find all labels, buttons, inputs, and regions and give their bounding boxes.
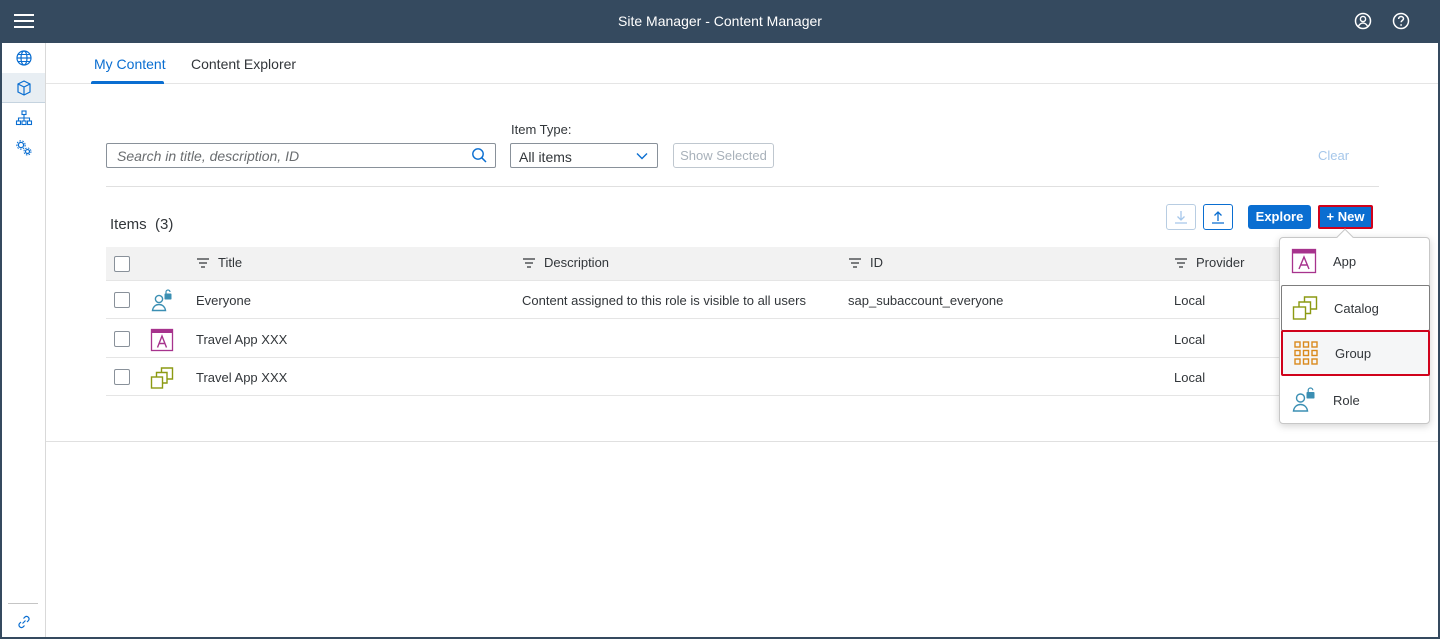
row-description: Content assigned to this role is visible… xyxy=(522,293,806,308)
download-icon xyxy=(1175,211,1187,224)
filter-icon xyxy=(197,257,209,268)
menu-item-label: Role xyxy=(1333,392,1360,408)
download-button[interactable] xyxy=(1166,204,1196,230)
menu-item-label: Group xyxy=(1335,345,1372,361)
row-provider: Local xyxy=(1174,370,1206,385)
column-header-provider[interactable]: Provider xyxy=(1174,255,1244,270)
catalog-icon xyxy=(1292,296,1318,320)
column-id-label: ID xyxy=(870,255,883,270)
search-icon[interactable] xyxy=(471,147,488,164)
show-selected-button[interactable]: Show Selected xyxy=(673,143,774,168)
items-title-label: Items xyxy=(110,216,147,233)
menu-item-label: App xyxy=(1333,253,1357,269)
row-title: Travel App XXX xyxy=(196,332,288,347)
role-icon xyxy=(1292,387,1315,412)
column-provider-label: Provider xyxy=(1196,255,1245,270)
menu-item-group[interactable]: Group xyxy=(1281,330,1430,376)
filter-icon xyxy=(849,257,861,268)
help-icon[interactable] xyxy=(1391,11,1411,31)
explore-button[interactable]: Explore xyxy=(1248,205,1311,229)
table-header: Title Description ID Provider xyxy=(106,247,1379,281)
group-icon xyxy=(1294,341,1318,365)
menu-item-label: Catalog xyxy=(1334,300,1379,316)
filter-icon xyxy=(1175,257,1187,268)
shell-title: Site Manager - Content Manager xyxy=(618,13,822,29)
chevron-down-icon xyxy=(636,153,648,160)
upload-icon xyxy=(1212,211,1224,224)
column-header-id[interactable]: ID xyxy=(848,255,883,270)
tab-bar: My Content Content Explorer xyxy=(46,43,1438,84)
row-checkbox[interactable] xyxy=(114,369,130,385)
side-navigation xyxy=(2,43,46,637)
item-type-select[interactable]: All items xyxy=(510,143,658,168)
filter-divider xyxy=(106,186,1379,187)
select-all-checkbox[interactable] xyxy=(114,256,130,272)
role-icon xyxy=(151,289,172,312)
tab-content-explorer[interactable]: Content Explorer xyxy=(191,56,296,72)
nav-sites-globe-icon[interactable] xyxy=(2,43,45,73)
items-count: (3) xyxy=(155,216,174,233)
row-title: Everyone xyxy=(196,293,251,308)
menu-item-catalog[interactable]: Catalog xyxy=(1281,285,1430,331)
active-tab-indicator xyxy=(91,81,164,84)
user-profile-icon[interactable] xyxy=(1353,11,1373,31)
column-description-label: Description xyxy=(544,255,610,270)
filter-icon xyxy=(523,257,535,268)
table-row[interactable]: Everyone Content assigned to this role i… xyxy=(106,281,1379,319)
nav-hierarchy-icon[interactable] xyxy=(2,103,45,133)
search-field[interactable] xyxy=(106,143,496,168)
item-type-value: All items xyxy=(519,149,572,165)
app-icon xyxy=(1291,248,1317,274)
nav-settings-gears-icon[interactable] xyxy=(2,133,45,163)
nav-link-icon[interactable] xyxy=(2,607,45,637)
row-provider: Local xyxy=(1174,293,1206,308)
nav-separator xyxy=(8,603,38,604)
row-checkbox[interactable] xyxy=(114,292,130,308)
row-id: sap_subaccount_everyone xyxy=(848,293,1004,308)
items-title: Items (3) xyxy=(110,216,173,233)
app-icon xyxy=(150,328,174,352)
catalog-icon xyxy=(150,367,174,389)
column-header-description[interactable]: Description xyxy=(522,255,609,270)
row-title: Travel App XXX xyxy=(196,370,288,385)
table-row[interactable]: Travel App XXX Local xyxy=(106,320,1379,358)
item-type-label: Item Type: xyxy=(511,122,572,137)
column-header-title[interactable]: Title xyxy=(196,255,242,270)
column-title-label: Title xyxy=(218,255,243,270)
menu-item-app[interactable]: App xyxy=(1281,238,1430,284)
content-divider xyxy=(46,441,1438,442)
menu-item-role[interactable]: Role xyxy=(1281,377,1430,423)
table-row[interactable]: Travel App XXX Local xyxy=(106,358,1379,396)
tab-my-content[interactable]: My Content xyxy=(94,56,166,72)
row-provider: Local xyxy=(1174,332,1206,347)
upload-button[interactable] xyxy=(1203,204,1233,230)
new-button[interactable]: + New xyxy=(1318,205,1373,229)
shell-header: Site Manager - Content Manager xyxy=(0,0,1440,43)
nav-content-box-icon[interactable] xyxy=(2,73,45,103)
search-input[interactable] xyxy=(117,144,457,167)
new-item-menu: App Catalog Group Role xyxy=(1279,237,1430,424)
clear-button[interactable]: Clear xyxy=(1318,148,1349,163)
row-checkbox[interactable] xyxy=(114,331,130,347)
